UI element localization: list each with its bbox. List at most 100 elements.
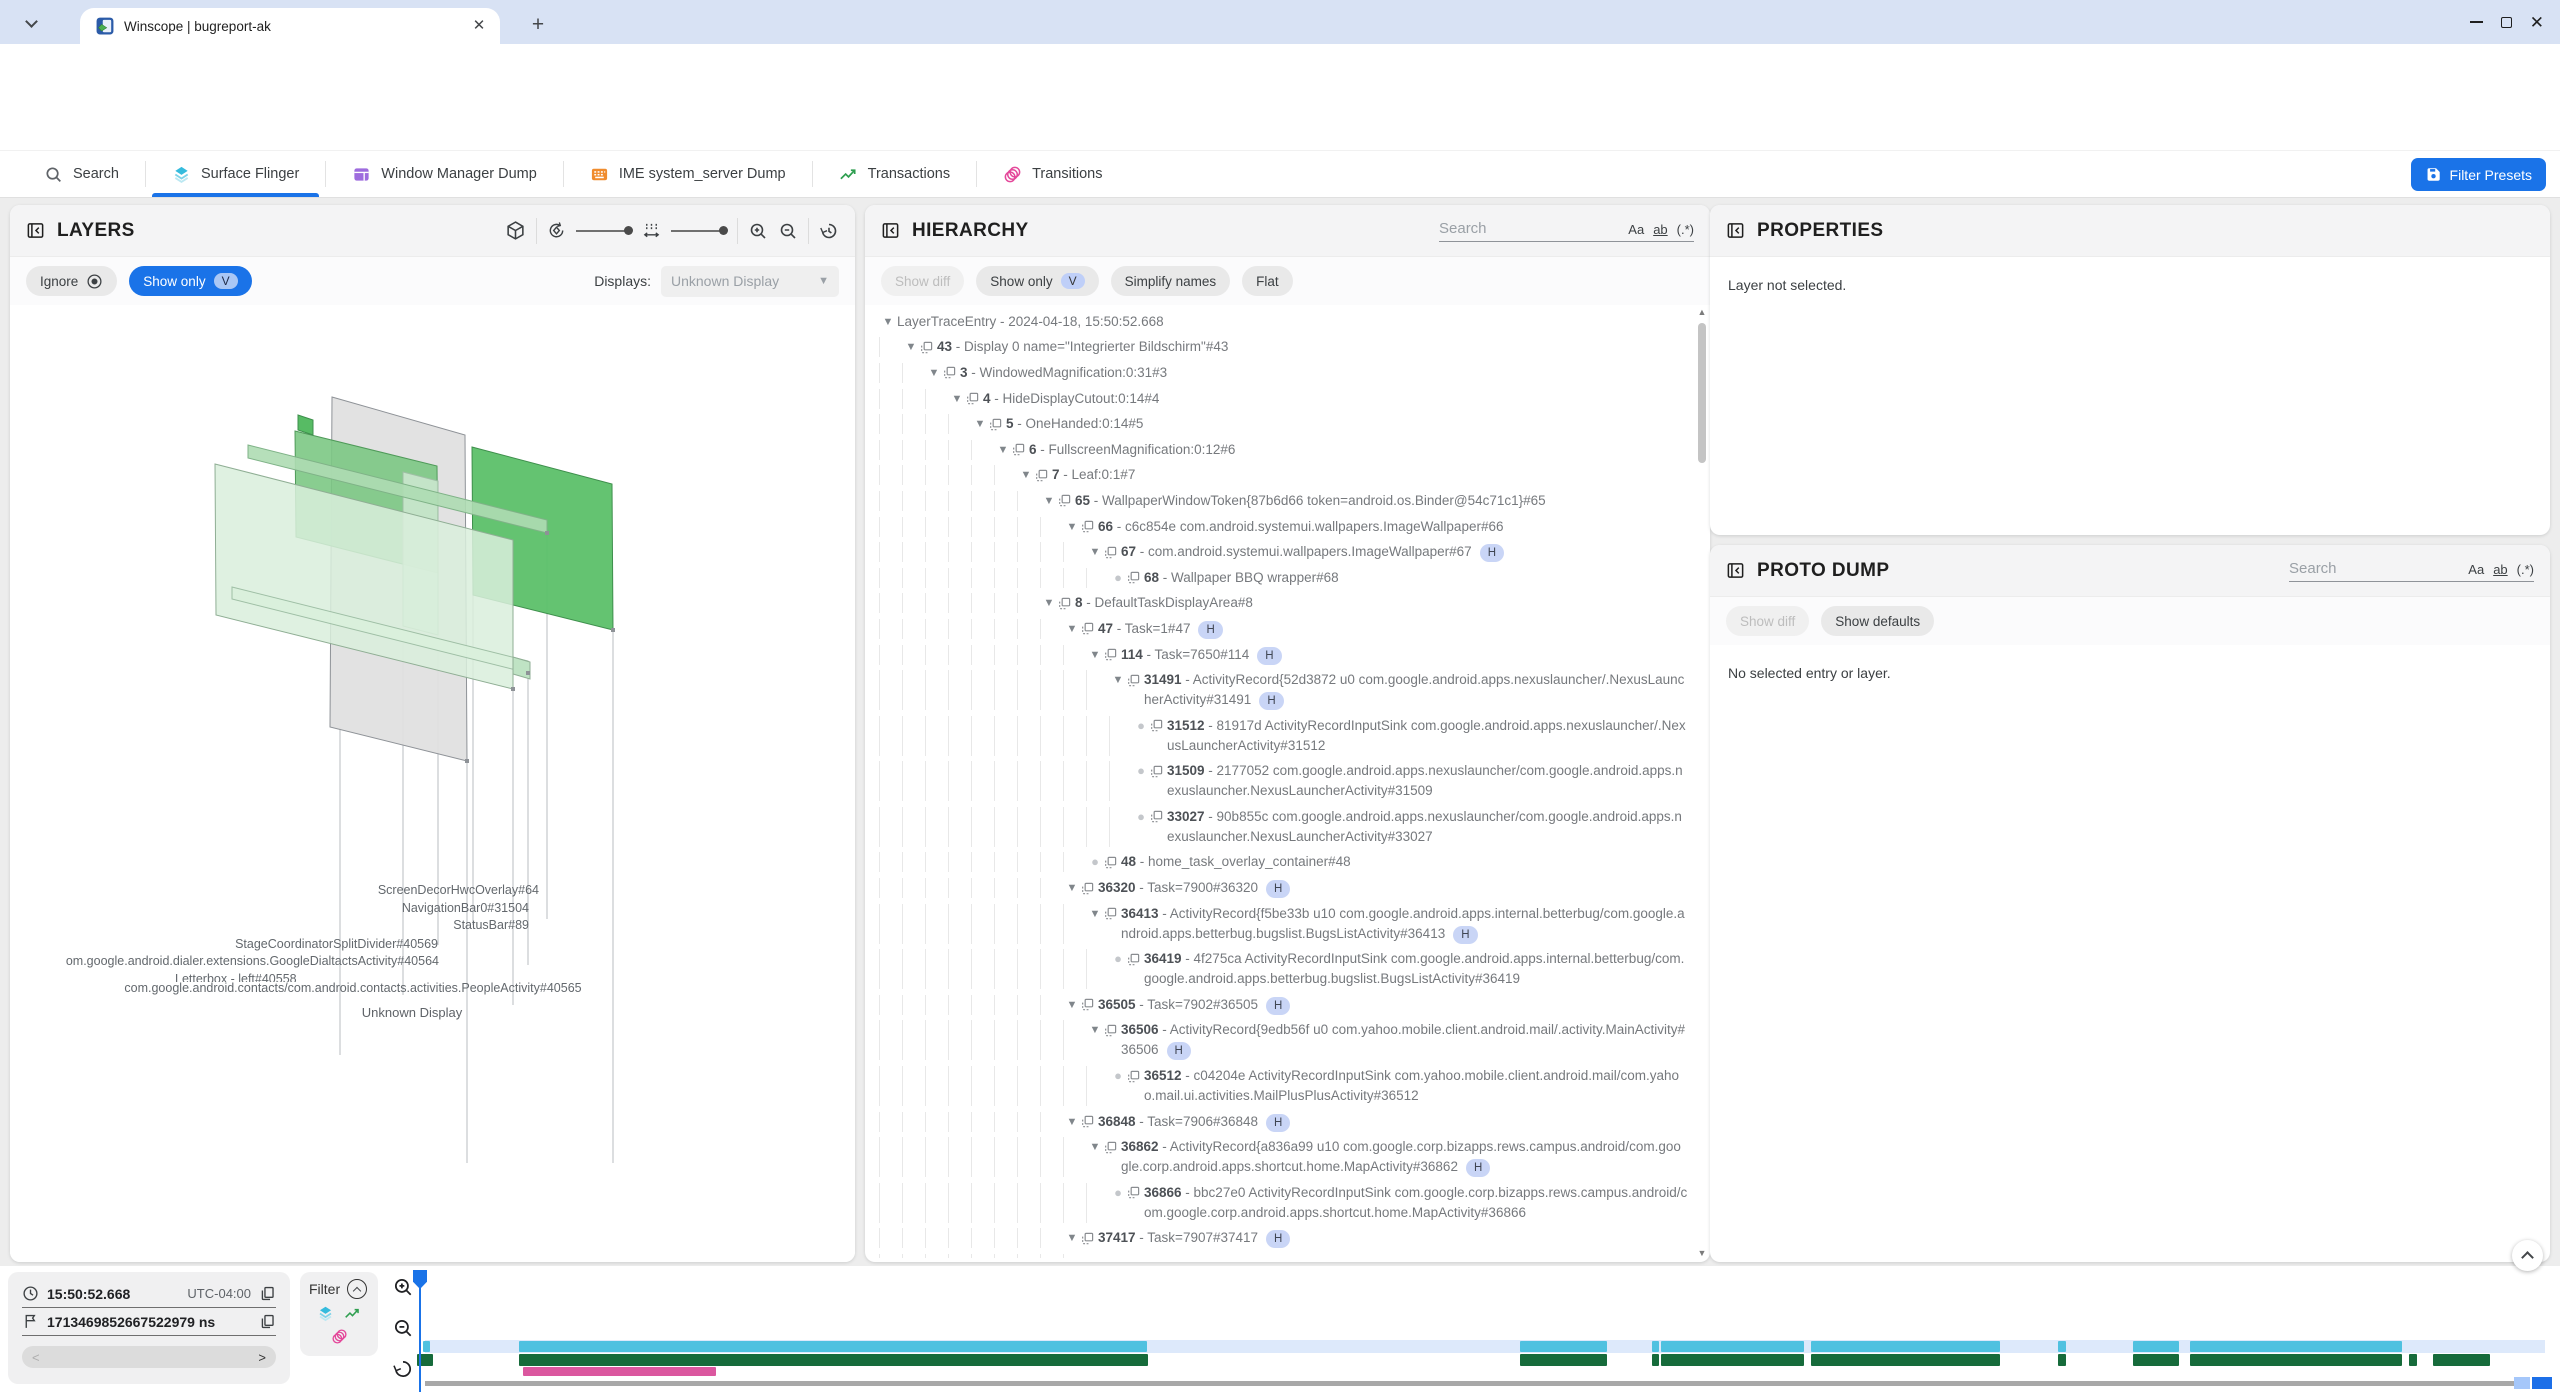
tree-node[interactable]: ▼47 - Task=1#47H <box>879 616 1688 642</box>
transactions-segment[interactable] <box>1652 1354 1659 1366</box>
timeline-scrollbar[interactable] <box>425 1381 2518 1386</box>
expand-chevron-icon[interactable]: ▼ <box>1063 995 1081 1015</box>
expand-chevron-icon[interactable]: ▼ <box>1040 593 1058 613</box>
tree-node[interactable]: ▼114 - Task=7650#114H <box>879 642 1688 668</box>
tree-node[interactable]: ▼65 - WallpaperWindowToken{87b6d66 token… <box>879 488 1688 514</box>
tree-node[interactable]: ▼36505 - Task=7902#36505H <box>879 992 1688 1018</box>
tree-node[interactable]: ▼67 - com.android.systemui.wallpapers.Im… <box>879 539 1688 565</box>
surface-flinger-segment[interactable] <box>519 1341 1147 1352</box>
proto-search-input[interactable] <box>2289 560 2460 577</box>
expand-chevron-icon[interactable]: ▼ <box>1063 1112 1081 1132</box>
collapse-timeline-button[interactable] <box>2512 1240 2543 1271</box>
collapse-panel-icon[interactable] <box>26 221 45 240</box>
tree-node[interactable]: ▼36862 - ActivityRecord{a836a99 u10 com.… <box>879 1134 1688 1180</box>
expand-chevron-icon[interactable]: ▼ <box>1086 645 1104 665</box>
surface-flinger-segment[interactable] <box>1652 1341 1659 1352</box>
collapse-panel-icon[interactable] <box>1726 561 1745 580</box>
tree-node[interactable]: ●36512 - c04204e ActivityRecordInputSink… <box>879 1063 1688 1109</box>
match-case-icon[interactable]: Aa <box>1628 222 1644 237</box>
expand-chevron-icon[interactable]: ▼ <box>1109 670 1127 690</box>
displays-select[interactable]: Unknown Display ▼ <box>661 266 839 297</box>
tree-root-node[interactable]: ▼LayerTraceEntry - 2024-04-18, 15:50:52.… <box>879 309 1688 335</box>
show-diff-button[interactable]: Show diff <box>881 266 964 296</box>
expand-chevron-icon[interactable]: ▼ <box>948 389 966 409</box>
next-entry-button[interactable]: > <box>258 1350 266 1365</box>
ignore-button[interactable]: Ignore <box>26 266 117 296</box>
transactions-segment[interactable] <box>2058 1354 2066 1366</box>
show-diff-button[interactable]: Show diff <box>1726 606 1809 636</box>
surface-flinger-segment[interactable] <box>2133 1341 2179 1352</box>
simplify-names-button[interactable]: Simplify names <box>1111 266 1231 296</box>
hierarchy-scrollbar[interactable]: ▲ ▼ <box>1696 305 1708 1260</box>
tree-node[interactable]: ●31509 - 2177052 com.google.android.apps… <box>879 759 1688 805</box>
surface-flinger-segment[interactable] <box>2190 1341 2402 1352</box>
tab-transactions[interactable]: Transactions <box>813 151 976 197</box>
slider-knob[interactable] <box>624 226 633 235</box>
surface-flinger-segment[interactable] <box>1811 1341 2000 1352</box>
whole-word-icon[interactable]: ab <box>2493 562 2507 577</box>
timeline-tracks[interactable] <box>425 1266 2545 1392</box>
expand-chevron-icon[interactable]: ▼ <box>1086 904 1104 924</box>
tree-node[interactable]: ▼5 - OneHanded:0:14#5 <box>879 411 1688 437</box>
tab-transitions[interactable]: Transitions <box>977 151 1128 197</box>
reset-view-icon[interactable] <box>819 221 839 241</box>
tree-node[interactable]: ▼43 - Display 0 name="Integrierter Bilds… <box>879 335 1688 361</box>
tree-node[interactable]: ▼36506 - ActivityRecord{9edb56f u0 com.y… <box>879 1018 1688 1064</box>
expand-chevron-icon[interactable]: ▼ <box>1063 619 1081 639</box>
surface-flinger-segment[interactable] <box>1661 1341 1804 1352</box>
tree-node[interactable]: ▼4 - HideDisplayCutout:0:14#4 <box>879 386 1688 412</box>
tree-node[interactable]: ●31512 - 81917d ActivityRecordInputSink … <box>879 713 1688 759</box>
tab-close-icon[interactable]: ✕ <box>470 17 488 35</box>
tree-node[interactable]: ▼37417 - Task=7907#37417H <box>879 1226 1688 1252</box>
tab-window-manager-dump[interactable]: Window Manager Dump <box>326 151 563 197</box>
tree-node[interactable]: ●33027 - 90b855c com.google.android.apps… <box>879 804 1688 850</box>
surface-flinger-segment[interactable] <box>1520 1341 1607 1352</box>
regex-icon[interactable]: (.*) <box>1677 222 1694 237</box>
expand-chevron-icon[interactable]: ▼ <box>1063 878 1081 898</box>
tree-node[interactable]: ▼3 - WindowedMagnification:0:31#3 <box>879 360 1688 386</box>
show-defaults-button[interactable]: Show defaults <box>1821 606 1934 636</box>
maximize-icon[interactable] <box>2501 17 2512 28</box>
timeline-zoom-out-icon[interactable] <box>392 1317 414 1339</box>
scrollbar-thumb[interactable] <box>1698 323 1706 463</box>
tree-node[interactable]: ●36419 - 4f275ca ActivityRecordInputSink… <box>879 946 1688 992</box>
transactions-filter-icon[interactable] <box>344 1305 361 1322</box>
expand-chevron-icon[interactable]: ▼ <box>1040 491 1058 511</box>
expand-chevron-icon[interactable]: ▼ <box>1086 542 1104 562</box>
expand-chevron-icon[interactable]: ▼ <box>1063 1228 1081 1248</box>
zoom-in-icon[interactable] <box>748 221 768 241</box>
tree-node[interactable]: ▼8 - DefaultTaskDisplayArea#8 <box>879 591 1688 617</box>
tree-node[interactable]: ●36866 - bbc27e0 ActivityRecordInputSink… <box>879 1180 1688 1226</box>
layers-3d-canvas[interactable]: ScreenDecorHwcOverlay#64 NavigationBar0#… <box>10 305 855 1262</box>
timeline-scrollbar-handle[interactable] <box>2532 1377 2552 1389</box>
transitions-filter-icon[interactable] <box>331 1328 348 1345</box>
transactions-segment[interactable] <box>2433 1354 2490 1366</box>
show-only-visible-button[interactable]: Show only V <box>129 266 251 296</box>
transactions-segment[interactable] <box>1661 1354 1804 1366</box>
previous-entry-button[interactable]: < <box>32 1350 40 1365</box>
hierarchy-search-input[interactable] <box>1439 220 1620 237</box>
3d-view-icon[interactable] <box>505 220 526 241</box>
tree-node[interactable]: ▼31491 - ActivityRecord{52d3872 u0 com.g… <box>879 667 1688 713</box>
browser-tab[interactable]: Winscope | bugreport-ak ✕ <box>80 8 500 44</box>
close-icon[interactable]: ✕ <box>2530 16 2544 29</box>
tab-search-button[interactable] <box>16 8 46 38</box>
expand-chevron-icon[interactable]: ▼ <box>925 363 943 383</box>
collapse-panel-icon[interactable] <box>1726 221 1745 240</box>
tab-ime-system-server-dump[interactable]: IME system_server Dump <box>564 151 812 197</box>
rotation-slider[interactable] <box>576 230 632 232</box>
surface-flinger-filter-icon[interactable] <box>317 1305 334 1322</box>
transactions-segment[interactable] <box>1811 1354 2000 1366</box>
tree-node[interactable]: ▼36320 - Task=7900#36320H <box>879 875 1688 901</box>
expand-chevron-icon[interactable]: ▼ <box>1086 1254 1104 1258</box>
timeline-scrollbar-handle-light[interactable] <box>2514 1377 2530 1389</box>
tree-node[interactable]: ▼36848 - Task=7906#36848H <box>879 1109 1688 1135</box>
transitions-segment[interactable] <box>523 1367 716 1376</box>
copy-icon[interactable] <box>259 1285 276 1302</box>
transactions-segment[interactable] <box>1520 1354 1607 1366</box>
tree-node[interactable]: ▼36413 - ActivityRecord{f5be33b u10 com.… <box>879 901 1688 947</box>
timeline-reset-zoom-icon[interactable] <box>392 1358 414 1380</box>
tab-surface-flinger[interactable]: Surface Flinger <box>146 151 325 197</box>
filter-presets-button[interactable]: Filter Presets <box>2411 158 2546 191</box>
expand-chevron-icon[interactable]: ▼ <box>971 414 989 434</box>
